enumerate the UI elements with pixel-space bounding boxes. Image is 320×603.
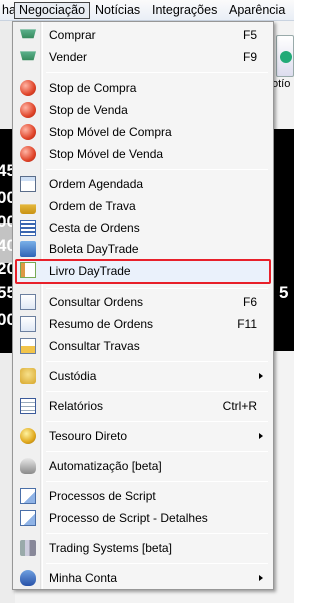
menu-item-shortcut: F9: [242, 50, 257, 64]
script-details-icon: [20, 510, 36, 526]
menu-item-label: Stop Móvel de Venda: [49, 147, 164, 161]
menu-item-shortcut: Ctrl+R: [222, 399, 257, 413]
menu-item-label: Custódia: [49, 369, 97, 383]
red-ball-icon: [20, 80, 36, 96]
hand-icon: [20, 368, 36, 384]
menu-item-consultar-ordens[interactable]: Consultar Ordens F6: [15, 291, 271, 313]
background-dark-right: [274, 151, 294, 351]
menu-bar: ha Negociação Notícias Integrações Aparê…: [0, 0, 294, 21]
menu-item-shortcut: F11: [237, 317, 257, 331]
menu-item-stop-venda[interactable]: Stop de Venda: [15, 99, 271, 121]
menu-item-label: Vender: [49, 50, 88, 64]
menu-item-consultar-travas[interactable]: Consultar Travas: [15, 335, 271, 357]
padlock-icon: [20, 204, 36, 214]
menu-item-tesouro-direto[interactable]: Tesouro Direto: [15, 425, 271, 447]
background-text-d: d.: [274, 131, 290, 150]
menu-item-shortcut: F6: [242, 295, 257, 309]
menu-item-custodia[interactable]: Custódia: [15, 365, 271, 387]
menu-item-comprar[interactable]: Comprar F5: [15, 24, 271, 46]
coin-icon: [20, 428, 36, 444]
menu-item-label: Ordem de Trava: [49, 199, 136, 213]
menu-item-label: Consultar Travas: [49, 339, 140, 353]
menu-item-label: Stop de Compra: [49, 81, 137, 95]
submenu-arrow-icon: [259, 373, 263, 379]
red-ball-icon: [20, 102, 36, 118]
menu-aparencia[interactable]: Aparência: [225, 2, 289, 19]
menu-item-livro-daytrade[interactable]: Livro DayTrade: [15, 259, 271, 284]
report-icon: [20, 398, 36, 414]
menu-item-minha-conta[interactable]: Minha Conta: [15, 567, 271, 589]
user-icon: [20, 570, 36, 586]
menu-item-shortcut: F5: [242, 28, 257, 42]
document-icon: [20, 294, 36, 310]
script-icon: [20, 488, 36, 504]
menu-separator: [46, 361, 268, 362]
basket-list-icon: [20, 220, 36, 236]
robot-icon: [20, 458, 36, 474]
background-value: 5: [279, 283, 289, 302]
menu-separator: [46, 421, 268, 422]
menu-separator: [46, 169, 268, 170]
menu-item-label: Stop Móvel de Compra: [49, 125, 172, 139]
red-ball-arrow-icon: [20, 146, 36, 162]
menu-separator: [46, 72, 268, 73]
menu-separator: [46, 481, 268, 482]
cart-sell-icon: [20, 51, 36, 61]
trading-system-icon: [20, 540, 36, 556]
menu-item-label: Automatização [beta]: [49, 459, 162, 473]
submenu-arrow-icon: [259, 433, 263, 439]
menu-item-label: Processos de Script: [49, 489, 156, 503]
menu-item-ordem-trava[interactable]: Ordem de Trava: [15, 195, 271, 217]
document-icon: [20, 316, 36, 332]
menu-item-ordem-agendada[interactable]: Ordem Agendada: [15, 173, 271, 195]
menu-item-resumo-ordens[interactable]: Resumo de Ordens F11: [15, 313, 271, 335]
menu-item-stop-compra[interactable]: Stop de Compra: [15, 77, 271, 99]
menu-item-relatorios[interactable]: Relatórios Ctrl+R: [15, 395, 271, 417]
menu-item-stop-movel-venda[interactable]: Stop Móvel de Venda: [15, 143, 271, 165]
menu-item-label: Minha Conta: [49, 571, 118, 585]
menu-item-trading-systems[interactable]: Trading Systems [beta]: [15, 537, 271, 559]
red-ball-arrow-icon: [20, 124, 36, 140]
menu-item-boleta-daytrade[interactable]: Boleta DayTrade: [15, 238, 271, 260]
menu-item-processos-script[interactable]: Processos de Script: [15, 485, 271, 507]
menu-item-label: Resumo de Ordens: [49, 317, 154, 331]
menu-item-label: Comprar: [49, 28, 96, 42]
menu-separator: [46, 533, 268, 534]
menu-item-label: Consultar Ordens: [49, 295, 144, 309]
negociacao-dropdown-menu: Comprar F5 Vender F9 Stop de Compra Stop…: [12, 21, 274, 590]
menu-item-cesta-ordens[interactable]: Cesta de Ordens: [15, 217, 271, 239]
menu-noticias[interactable]: Notícias: [91, 2, 144, 19]
background-toolbar-label: otío: [272, 78, 291, 90]
menu-item-label: Processo de Script - Detalhes: [49, 511, 208, 525]
menu-separator: [46, 563, 268, 564]
menu-separator: [46, 451, 268, 452]
locked-document-icon: [20, 338, 36, 354]
menu-item-label: Boleta DayTrade: [49, 242, 139, 256]
menu-item-stop-movel-compra[interactable]: Stop Móvel de Compra: [15, 121, 271, 143]
menu-item-label: Livro DayTrade: [49, 264, 131, 278]
menu-item-processo-script-detalhes[interactable]: Processo de Script - Detalhes: [15, 507, 271, 529]
menu-item-label: Relatórios: [49, 399, 104, 413]
menu-negociacao[interactable]: Negociação: [14, 2, 91, 19]
blue-form-icon: [20, 241, 36, 257]
background-toolbar-icon: [280, 51, 292, 63]
calendar-icon: [20, 176, 36, 192]
cart-buy-icon: [20, 29, 36, 39]
menu-separator: [46, 288, 268, 289]
submenu-arrow-icon: [259, 575, 263, 581]
menu-item-automatizacao[interactable]: Automatização [beta]: [15, 455, 271, 477]
menu-item-label: Tesouro Direto: [49, 429, 128, 443]
book-icon: [20, 262, 36, 278]
menu-item-vender[interactable]: Vender F9: [15, 46, 271, 68]
menu-separator: [46, 391, 268, 392]
menu-item-label: Trading Systems [beta]: [49, 541, 172, 555]
menu-item-label: Cesta de Ordens: [49, 221, 140, 235]
menu-integracoes[interactable]: Integrações: [148, 2, 221, 19]
menu-item-label: Ordem Agendada: [49, 177, 144, 191]
menu-item-label: Stop de Venda: [49, 103, 128, 117]
